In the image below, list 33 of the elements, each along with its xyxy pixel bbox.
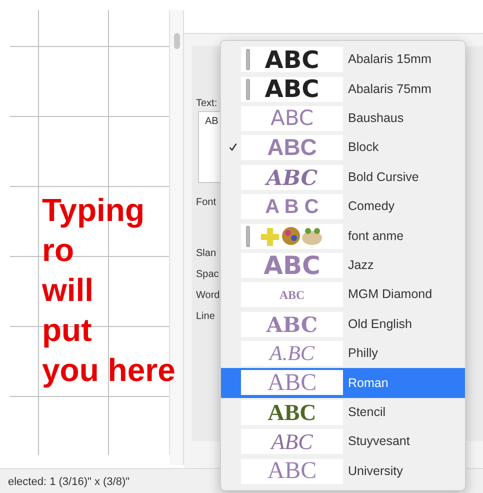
font-sample: ABC <box>268 400 316 424</box>
font-sample: ABC <box>267 370 317 395</box>
font-sample: ABC <box>264 77 320 102</box>
font-menu-item[interactable]: A B C Comedy <box>221 192 465 222</box>
field-label: Slan <box>196 247 216 261</box>
scroll-thumb[interactable] <box>174 33 180 49</box>
font-sample: ABC <box>279 288 305 301</box>
font-menu-item[interactable]: ABC MGM Diamond <box>221 280 465 310</box>
font-menu-item[interactable]: ABC Abalaris 15mm <box>221 45 465 74</box>
font-menu-item[interactable]: font anme <box>221 221 465 251</box>
font-sample: A B C <box>265 196 319 217</box>
font-menu-item[interactable]: ABC Stuyvesant <box>221 427 465 456</box>
font-sample: ABC <box>264 48 320 72</box>
field-label: Word <box>196 289 220 303</box>
font-menu-item[interactable]: ABC Roman <box>221 368 465 398</box>
font-menu-item[interactable]: ABC Old English <box>221 310 465 339</box>
field-label: Font <box>196 196 216 210</box>
text-label: Text: <box>196 97 218 111</box>
font-sample: ABC <box>270 108 314 129</box>
font-sample: ABC <box>267 136 317 160</box>
font-menu-item[interactable]: ABC Abalaris 75mm <box>221 74 465 104</box>
field-label: Line <box>196 310 215 324</box>
font-sample: A.BC <box>270 343 314 364</box>
font-sample: ABC <box>266 314 318 335</box>
font-sample: ABC <box>264 252 320 278</box>
font-sample: ABC <box>271 430 313 453</box>
font-menu-item[interactable]: ABC Jazz <box>221 250 465 280</box>
annotation-text: Typing ro will put you here <box>42 191 176 390</box>
font-menu-item[interactable]: A.BC Philly <box>221 338 465 368</box>
font-sample: ABC <box>266 166 318 188</box>
field-label: Spac <box>196 268 219 282</box>
font-menu-item[interactable]: ABC Stencil <box>221 398 465 428</box>
embroidery-motif-drawing <box>261 225 323 248</box>
